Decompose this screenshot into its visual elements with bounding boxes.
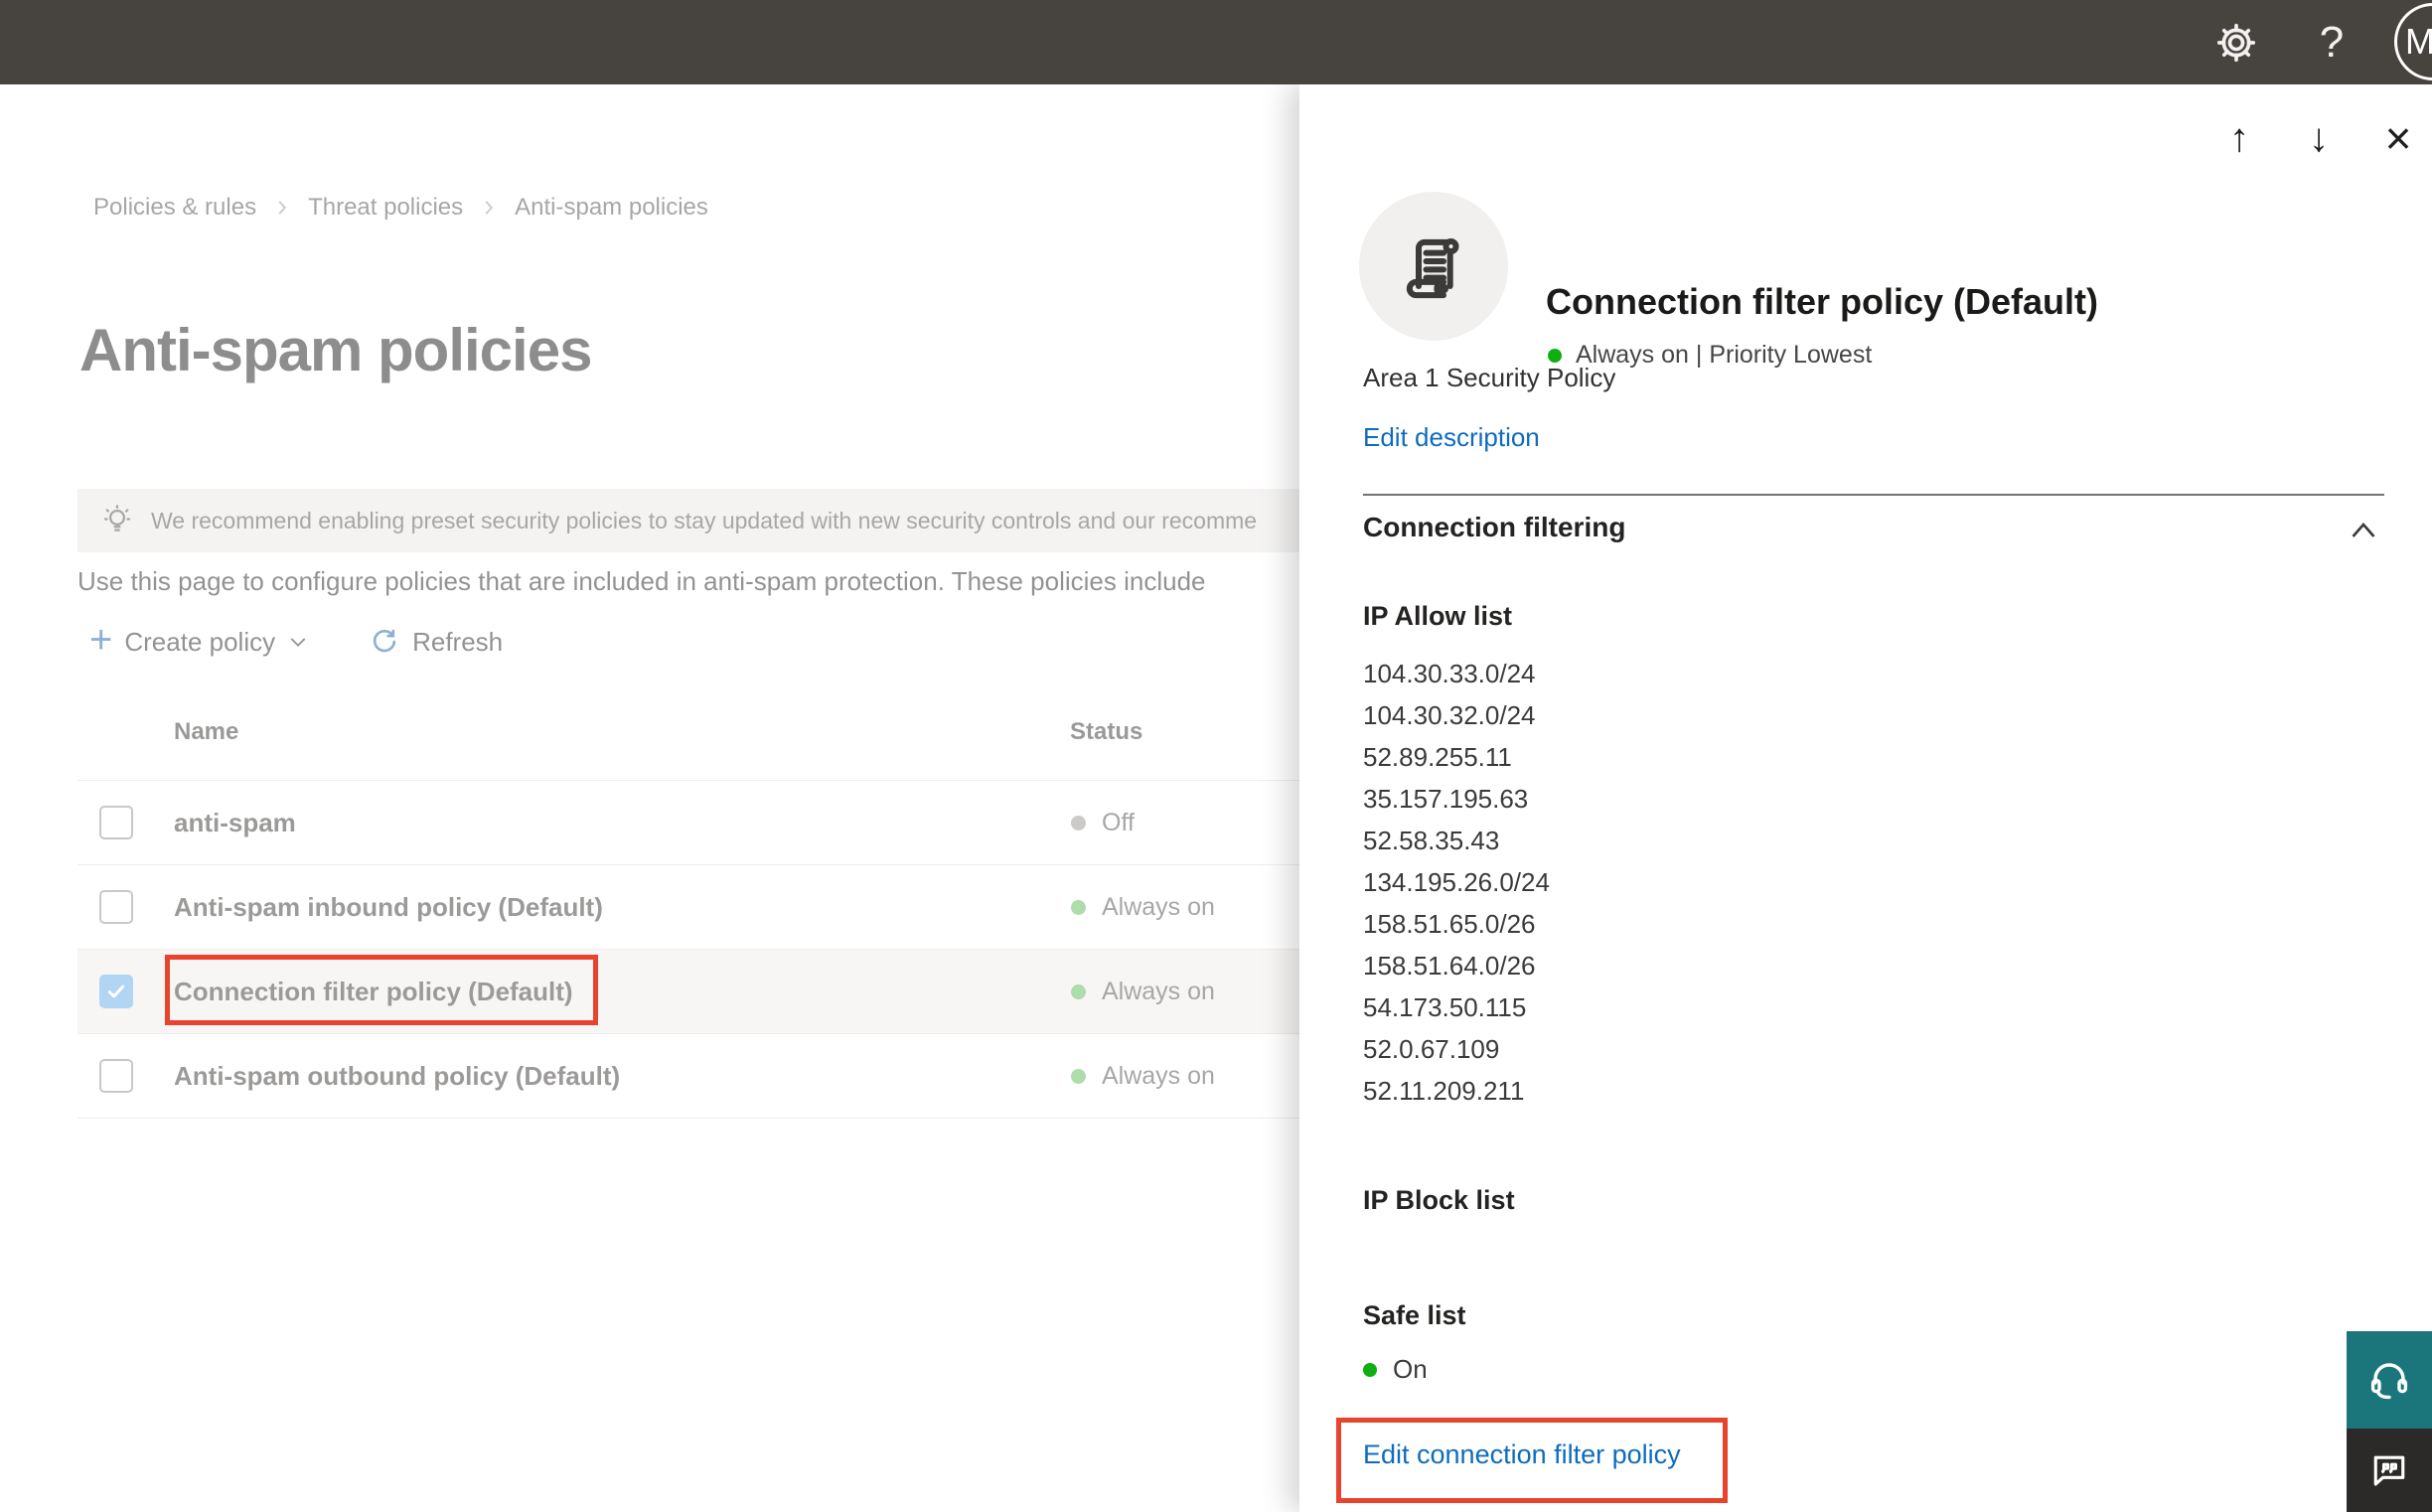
policy-name[interactable]: Anti-spam inbound policy (Default) [174, 865, 603, 949]
safe-list-header: Safe list [1363, 1300, 1466, 1330]
feedback-chat-button[interactable] [2347, 1429, 2432, 1512]
column-header-status[interactable]: Status [1070, 718, 1142, 746]
create-policy-label: Create policy [124, 626, 276, 657]
policy-details-flyout: ↑ ↓ × Connection filter policy (Default)… [1299, 84, 2432, 1512]
chevron-right-icon [485, 201, 494, 215]
edit-connection-filter-policy-link[interactable]: Edit connection filter policy [1363, 1439, 1681, 1470]
safe-list-status: On [1363, 1354, 1428, 1385]
recommendation-banner: We recommend enabling preset security po… [77, 489, 1303, 552]
status-dot-on [1363, 1362, 1377, 1377]
page-intro-text: Use this page to configure policies that… [77, 565, 1206, 596]
table-row-connection-filter-policy[interactable]: Connection filter policy (Default) Alway… [77, 950, 1303, 1033]
status-priority-text: Always on | Priority Lowest [1576, 341, 1873, 369]
chevron-right-icon [278, 201, 287, 215]
ip-entry: 52.89.255.11 [1363, 742, 1512, 772]
ip-entry: 134.195.26.0/24 [1363, 867, 1550, 897]
ip-allow-list: 104.30.33.0/24 104.30.32.0/24 52.89.255.… [1363, 653, 1550, 1112]
safe-list-value: On [1393, 1354, 1428, 1384]
policy-name[interactable]: Anti-spam outbound policy (Default) [174, 1034, 620, 1118]
table-row-outbound-policy[interactable]: Anti-spam outbound policy (Default) Alwa… [77, 1034, 1303, 1118]
toolbar: + Create policy Refresh [89, 618, 503, 666]
ip-entry: 158.51.65.0/26 [1363, 909, 1536, 939]
ip-block-list-header: IP Block list [1363, 1185, 1515, 1215]
status-dot-on [1071, 899, 1086, 915]
status-dot-on [1071, 983, 1086, 999]
status-text: Off [1102, 808, 1135, 836]
ip-entry: 52.58.35.43 [1363, 826, 1500, 855]
support-headset-button[interactable] [2347, 1331, 2432, 1429]
policy-description: Area 1 Security Policy [1363, 363, 1616, 392]
close-icon[interactable]: × [2370, 110, 2426, 166]
plus-icon: + [89, 618, 113, 662]
settings-gear-icon[interactable] [2207, 0, 2265, 84]
status-dot-off [1071, 815, 1086, 831]
chat-feedback-icon [2373, 1455, 2405, 1486]
check-icon [107, 984, 125, 998]
table-row-inbound-policy[interactable]: Anti-spam inbound policy (Default) Alway… [77, 865, 1303, 949]
banner-text: We recommend enabling preset security po… [151, 507, 1258, 533]
column-header-name[interactable]: Name [174, 718, 238, 746]
ip-entry: 54.173.50.115 [1363, 992, 1527, 1022]
ip-entry: 35.157.195.63 [1363, 784, 1529, 814]
policy-name[interactable]: anti-spam [174, 781, 296, 864]
previous-item-arrow-up-icon[interactable]: ↑ [2211, 110, 2267, 166]
ip-entry: 104.30.33.0/24 [1363, 659, 1536, 688]
row-checkbox-checked[interactable] [99, 975, 133, 1008]
flyout-title: Connection filter policy (Default) [1546, 281, 2099, 322]
policy-status: Always on [1071, 865, 1215, 949]
status-dot-on [1548, 348, 1562, 363]
connection-filtering-header: Connection filtering [1363, 512, 1626, 542]
ip-allow-list-header: IP Allow list [1363, 601, 1513, 631]
collapse-chevron-up-icon[interactable] [2349, 518, 2378, 548]
row-checkbox[interactable] [99, 1059, 133, 1093]
refresh-icon [373, 629, 396, 653]
status-text: Always on [1102, 977, 1215, 1005]
table-row-anti-spam[interactable]: anti-spam Off [77, 781, 1303, 864]
row-divider [77, 1118, 1303, 1119]
row-checkbox[interactable] [99, 806, 133, 839]
policy-scroll-icon [1359, 192, 1508, 341]
top-app-bar: ? M [0, 0, 2432, 84]
status-text: Always on [1102, 892, 1215, 921]
help-icon[interactable]: ? [2303, 0, 2360, 84]
breadcrumb-anti-spam-policies[interactable]: Anti-spam policies [515, 194, 708, 222]
status-text: Always on [1102, 1061, 1215, 1090]
policy-status: Always on [1071, 950, 1215, 1033]
lightbulb-icon [103, 505, 131, 531]
ip-entry: 104.30.32.0/24 [1363, 700, 1536, 730]
create-policy-button[interactable]: + Create policy [89, 620, 309, 660]
refresh-label: Refresh [412, 626, 504, 657]
avatar-initial: M [2405, 21, 2432, 62]
policy-name[interactable]: Connection filter policy (Default) [174, 950, 573, 1033]
account-avatar[interactable]: M [2394, 3, 2432, 80]
breadcrumb-threat-policies[interactable]: Threat policies [308, 194, 463, 222]
policy-status: Always on [1071, 1034, 1215, 1118]
breadcrumb: Policies & rules Threat policies Anti-sp… [93, 194, 708, 222]
next-item-arrow-down-icon[interactable]: ↓ [2291, 110, 2347, 166]
refresh-button[interactable]: Refresh [369, 626, 503, 658]
edit-description-link[interactable]: Edit description [1363, 422, 1540, 453]
chevron-down-icon [290, 638, 306, 648]
status-dot-on [1071, 1068, 1086, 1084]
breadcrumb-policies-rules[interactable]: Policies & rules [93, 194, 256, 222]
main-content: Policies & rules Threat policies Anti-sp… [0, 84, 1303, 1512]
policy-status: Off [1071, 781, 1135, 864]
page-title: Anti-spam policies [79, 317, 592, 383]
section-divider [1363, 494, 2384, 496]
ip-entry: 52.11.209.211 [1363, 1076, 1525, 1106]
row-checkbox[interactable] [99, 890, 133, 924]
ip-entry: 158.51.64.0/26 [1363, 951, 1536, 981]
ip-entry: 52.0.67.109 [1363, 1034, 1500, 1064]
headset-icon [2370, 1363, 2408, 1400]
